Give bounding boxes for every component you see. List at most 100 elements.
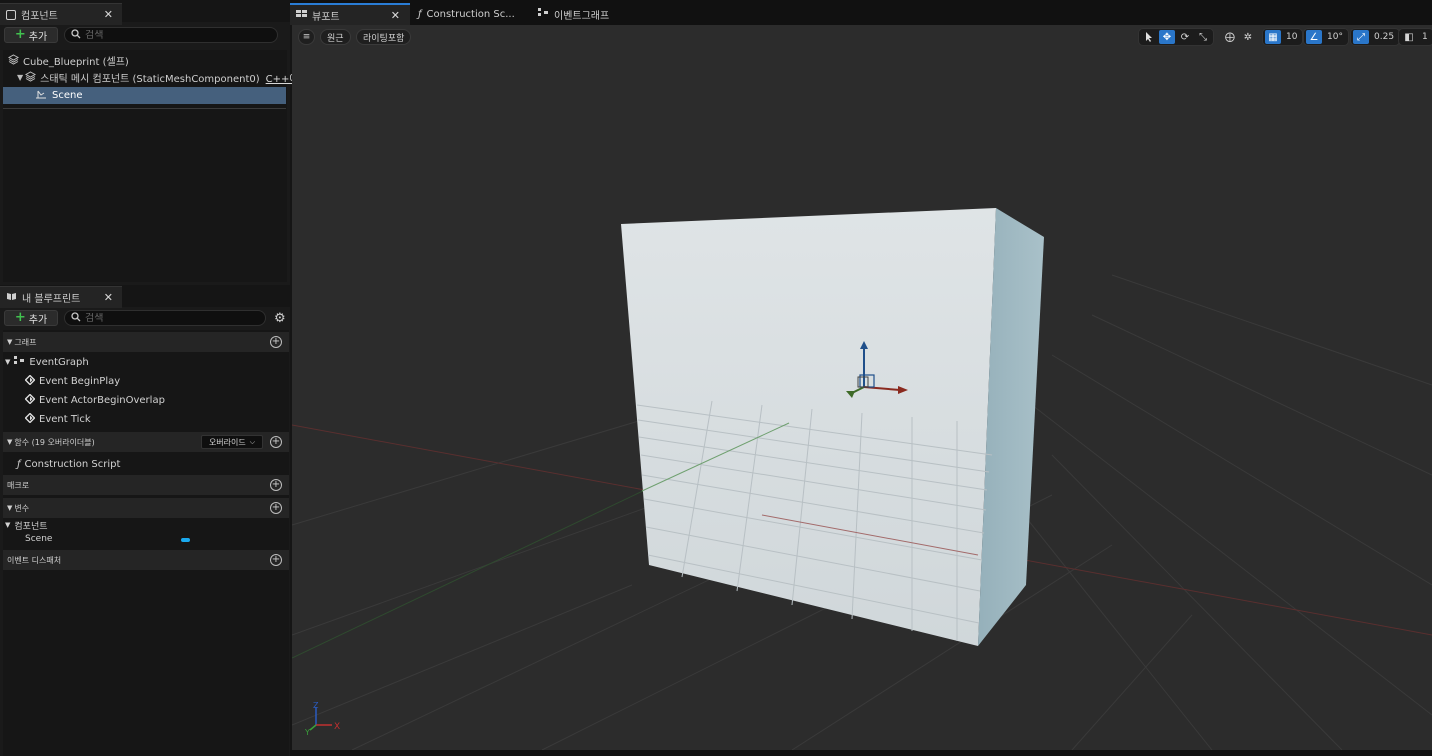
- components-tab-label: 컴포넌트: [21, 11, 58, 22]
- plus-icon: +: [14, 27, 26, 42]
- lighting-button[interactable]: 라이팅포함: [356, 29, 412, 45]
- scene-variable-item[interactable]: Scene: [25, 532, 52, 546]
- blueprint-search-input[interactable]: [85, 312, 255, 324]
- section-variables[interactable]: ▼ 변수 +: [3, 498, 289, 518]
- chevron-down-icon: ▼: [17, 73, 24, 82]
- scene-variable-label: Scene: [25, 534, 53, 544]
- viewport-menu-button[interactable]: ≡: [298, 29, 315, 45]
- scale-snap-icon[interactable]: ⤢: [1353, 30, 1369, 44]
- tab-viewport[interactable]: 뷰포트 ✕: [290, 3, 410, 25]
- perspective-button[interactable]: 원근: [320, 29, 351, 45]
- close-icon[interactable]: ✕: [391, 9, 400, 22]
- components-panel-icon: [6, 9, 16, 20]
- tab-construction-script[interactable]: ƒ Construction Sc...: [412, 3, 530, 25]
- hamburger-icon: ≡: [302, 32, 311, 42]
- add-component-button[interactable]: + 추가: [4, 27, 58, 43]
- section-label: 변수: [14, 503, 30, 513]
- move-tool-icon[interactable]: ✥: [1159, 30, 1175, 44]
- construction-script-label: Construction Script: [24, 458, 121, 470]
- rotation-snap-group[interactable]: ∠ 10°: [1303, 28, 1349, 46]
- camera-speed-group[interactable]: ◧ 1: [1398, 28, 1432, 46]
- add-blueprint-item-button[interactable]: + 추가: [4, 310, 58, 326]
- chevron-down-icon: ⌵: [249, 437, 256, 446]
- divider: [3, 108, 286, 109]
- tree-item-scene[interactable]: Scene: [3, 87, 286, 104]
- blueprint-search[interactable]: [64, 310, 266, 326]
- plus-icon: +: [14, 310, 26, 325]
- add-macro-icon[interactable]: +: [270, 479, 282, 491]
- scale-tool-icon[interactable]: ⤡: [1195, 30, 1211, 44]
- camera-icon[interactable]: ◧: [1401, 30, 1417, 44]
- blueprint-toolbar: + 추가 ⚙: [4, 309, 286, 327]
- section-label: 그래프: [14, 337, 37, 347]
- coord-tools: ⨁ ✲: [1220, 28, 1258, 46]
- scene-component-icon: [35, 89, 47, 102]
- svg-text:X: X: [334, 722, 340, 732]
- rotation-snap-value: 10°: [1327, 32, 1343, 42]
- surface-snap-icon[interactable]: ✲: [1240, 30, 1256, 44]
- section-macros[interactable]: 매크로 +: [3, 475, 289, 495]
- event-label: Event ActorBeginOverlap: [39, 394, 165, 406]
- components-group-label: 컴포넌트: [14, 521, 48, 532]
- event-graph-label: EventGraph: [29, 356, 89, 368]
- chevron-down-icon: ▼: [7, 338, 13, 346]
- tab-event-graph[interactable]: 이벤트그래프: [532, 3, 642, 25]
- world-space-icon[interactable]: ⨁: [1222, 30, 1238, 44]
- bottom-strip: [290, 750, 1432, 756]
- chevron-down-icon: ▼: [5, 358, 11, 366]
- tree-item-root[interactable]: Cube_Blueprint (셀프): [3, 52, 286, 69]
- lighting-label: 라이팅포함: [363, 33, 405, 44]
- components-search[interactable]: [64, 27, 278, 43]
- camera-speed-value: 1: [1422, 32, 1428, 42]
- editor-tabstrip: 뷰포트 ✕ ƒ Construction Sc... 이벤트그래프: [290, 0, 1432, 25]
- grid-snap-icon[interactable]: ▦: [1265, 30, 1281, 44]
- blueprint-icon: [7, 53, 20, 68]
- add-variable-icon[interactable]: +: [270, 502, 282, 514]
- viewport-scene: X Z Y: [292, 208, 1432, 750]
- add-function-icon[interactable]: +: [270, 436, 282, 448]
- construction-script-item[interactable]: ƒ Construction Script: [17, 455, 120, 473]
- rotate-tool-icon[interactable]: ⟳: [1177, 30, 1193, 44]
- left-column: 컴포넌트 ✕ + 추가 Cube_Blueprint (셀프) ▼ 스태틱 메시: [0, 0, 308, 756]
- event-item[interactable]: Event Tick: [24, 410, 91, 428]
- static-mesh-icon: [25, 70, 37, 85]
- section-graphs[interactable]: ▼ 그래프 +: [3, 332, 289, 352]
- my-blueprint-list: ▼ 그래프 + ▼ EventGraph Event BeginPlay Eve…: [3, 330, 289, 756]
- override-dropdown[interactable]: 오버라이드 ⌵: [201, 435, 263, 449]
- override-label: 오버라이드: [208, 437, 246, 447]
- components-var-group[interactable]: ▼ 컴포넌트: [5, 518, 48, 532]
- tree-item-static-mesh[interactable]: ▼ 스태틱 메시 컴포넌트 (StaticMeshComponent0) C++…: [3, 69, 308, 86]
- event-label: Event BeginPlay: [39, 375, 121, 387]
- scale-snap-group[interactable]: ⤢ 0.25: [1350, 28, 1401, 46]
- event-graph-item[interactable]: ▼ EventGraph: [5, 353, 89, 371]
- tab-label: 이벤트그래프: [554, 10, 610, 22]
- section-event-dispatchers[interactable]: 이벤트 디스패처 +: [3, 550, 289, 570]
- transform-tools: ✥ ⟳ ⤡: [1138, 28, 1214, 46]
- book-icon: [6, 292, 17, 304]
- components-tab[interactable]: 컴포넌트 ✕: [0, 3, 122, 25]
- add-label: 추가: [28, 314, 48, 326]
- select-cursor-icon[interactable]: [1141, 30, 1157, 44]
- close-icon[interactable]: ✕: [104, 8, 113, 21]
- event-item[interactable]: Event BeginPlay: [24, 372, 121, 390]
- components-search-input[interactable]: [85, 29, 265, 41]
- tree-item-label: 스태틱 메시 컴포넌트 (StaticMeshComponent0): [40, 74, 260, 85]
- grid-snap-group[interactable]: ▦ 10: [1262, 28, 1304, 46]
- scale-snap-value: 0.25: [1374, 32, 1395, 42]
- event-label: Event Tick: [39, 413, 91, 425]
- viewport[interactable]: X Z Y ≡ 원근 라이팅포함 ✥ ⟳ ⤡ ⨁ ✲ ▦ 10 ∠ 10° ⤢ …: [292, 25, 1432, 750]
- close-icon[interactable]: ✕: [104, 291, 113, 304]
- axis-indicator: X Z Y: [304, 701, 340, 737]
- event-item[interactable]: Event ActorBeginOverlap: [24, 391, 165, 409]
- add-dispatcher-icon[interactable]: +: [270, 554, 282, 566]
- components-tree: Cube_Blueprint (셀프) ▼ 스태틱 메시 컴포넌트 (Stati…: [3, 50, 308, 282]
- rotation-snap-icon[interactable]: ∠: [1306, 30, 1322, 44]
- section-functions[interactable]: ▼ 함수 (19 오버라이더블) 오버라이드 ⌵ +: [3, 432, 289, 452]
- gear-icon[interactable]: ⚙: [274, 311, 286, 326]
- cube-mesh: [621, 208, 1044, 646]
- add-graph-icon[interactable]: +: [270, 336, 282, 348]
- event-diamond-icon: [24, 374, 36, 388]
- chevron-down-icon: ▼: [7, 504, 13, 512]
- function-icon: ƒ: [418, 8, 422, 20]
- my-blueprint-tab[interactable]: 내 블루프린트 ✕: [0, 286, 122, 308]
